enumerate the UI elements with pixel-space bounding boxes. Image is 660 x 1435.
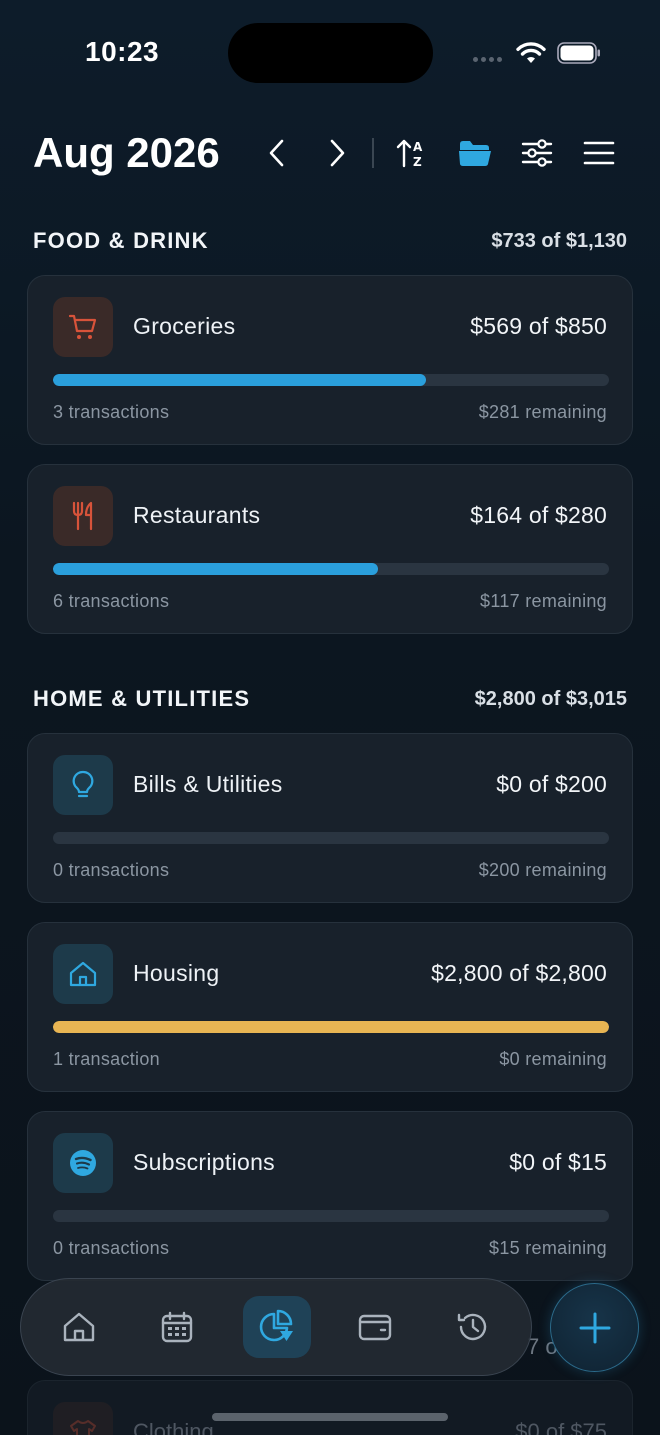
hamburger-menu-icon [583,141,615,165]
category-card-bills-utilities[interactable]: Bills & Utilities $0 of $200 0 transacti… [27,733,633,903]
tab-home[interactable] [45,1296,113,1358]
header-divider [372,138,374,168]
house-icon [69,961,97,987]
sort-button[interactable]: A Z [393,134,431,172]
sort-az-icon: A Z [396,139,423,169]
progress-bar [53,832,609,844]
svg-text:A: A [413,140,423,154]
transaction-count: 0 transactions [53,1238,170,1258]
category-card-clothing[interactable]: Clothing $0 of $75 [27,1380,633,1435]
dynamic-island [228,23,433,83]
transaction-count: 3 transactions [53,402,170,422]
category-card-housing[interactable]: Housing $2,800 of $2,800 1 transaction $… [27,922,633,1092]
category-amount: $164 of $280 [470,502,607,528]
home-indicator [212,1413,448,1421]
tab-calendar[interactable] [143,1296,211,1358]
calendar-icon [161,1311,193,1343]
category-icon-tile [53,755,113,815]
category-name: Housing [133,960,220,986]
category-icon-tile [53,944,113,1004]
remaining-amount: $15 remaining [489,1238,607,1258]
fork-knife-icon [72,501,93,531]
progress-bar [53,1210,609,1222]
spotify-icon [70,1150,96,1176]
category-card-groceries[interactable]: Groceries $569 of $850 3 transactions $2… [27,275,633,445]
category-amount: $569 of $850 [470,313,607,339]
wifi-icon [516,42,546,63]
category-card-subscriptions[interactable]: Subscriptions $0 of $15 0 transactions $… [27,1111,633,1281]
previous-month-button[interactable] [258,134,296,172]
cart-icon [68,314,97,339]
progress-bar [53,1021,609,1033]
folder-icon [459,141,491,166]
category-icon-tile [53,1402,113,1435]
add-transaction-button[interactable] [550,1283,639,1372]
month-title: Aug 2026 [33,129,220,176]
remaining-amount: $200 remaining [478,860,607,880]
tab-accounts[interactable] [341,1296,409,1358]
cellular-signal-icon [473,57,502,62]
section-header-food-drink: FOOD & DRINK $733 of $1,130 [33,228,627,254]
tab-history[interactable] [439,1296,507,1358]
progress-bar [53,563,609,575]
transaction-count: 0 transactions [53,860,170,880]
transaction-count: 1 transaction [53,1049,160,1069]
category-name: Subscriptions [133,1149,275,1175]
bottom-tab-bar [20,1278,532,1376]
category-name: Restaurants [133,502,261,528]
progress-fill [53,374,426,386]
transaction-count: 6 transactions [53,591,170,611]
plus-icon [579,1312,610,1343]
category-amount: $0 of $200 [496,771,607,797]
progress-fill [53,563,379,575]
section-title: FOOD & DRINK [33,228,209,253]
tab-budget[interactable] [243,1296,311,1358]
filter-button[interactable] [518,134,556,172]
remaining-amount: $117 remaining [480,591,607,611]
status-bar: 10:23 [0,0,660,100]
chevron-left-icon [269,139,284,167]
folder-button[interactable] [456,134,494,172]
category-name: Clothing [133,1419,214,1435]
category-icon-tile [53,297,113,357]
svg-text:Z: Z [413,155,422,169]
section-header-home-utilities: HOME & UTILITIES $2,800 of $3,015 [33,686,627,712]
category-amount: $2,800 of $2,800 [431,960,607,986]
history-icon [457,1313,487,1341]
sliders-icon [521,139,553,167]
category-name: Groceries [133,313,236,339]
section-total: $2,800 of $3,015 [474,687,627,710]
lightbulb-icon [72,770,94,798]
chevron-right-icon [330,139,345,167]
remaining-amount: $281 remaining [478,402,607,422]
pie-chart-icon [259,1309,293,1342]
section-title: HOME & UTILITIES [33,686,251,711]
category-amount: $0 of $15 [509,1149,607,1175]
category-icon-tile [53,486,113,546]
progress-bar [53,374,609,386]
remaining-amount: $0 remaining [499,1049,607,1069]
category-card-restaurants[interactable]: Restaurants $164 of $280 6 transactions … [27,464,633,634]
month-header: Aug 2026 A Z [0,128,660,178]
progress-fill [53,1021,609,1033]
category-name: Bills & Utilities [133,771,283,797]
battery-icon [557,42,600,64]
shirt-icon [70,1420,96,1435]
next-month-button[interactable] [318,134,356,172]
wallet-icon [358,1314,392,1341]
menu-button[interactable] [580,134,618,172]
home-icon [63,1312,95,1342]
category-amount: $0 of $75 [515,1419,607,1435]
category-icon-tile [53,1133,113,1193]
status-time: 10:23 [85,36,160,67]
section-total: $733 of $1,130 [491,229,627,252]
